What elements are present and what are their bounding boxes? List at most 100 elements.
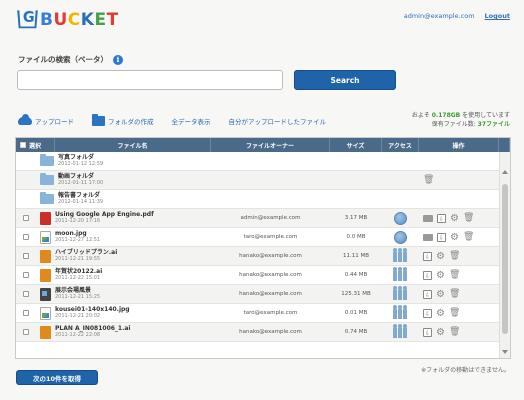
row-name-cell[interactable]: Using Google App Engine.pdf 2011-12-20 17…	[36, 211, 211, 225]
download-icon[interactable]: ⇩	[423, 251, 432, 261]
gear-icon[interactable]: ⚙	[436, 270, 445, 280]
scroll-thumb[interactable]	[502, 184, 508, 334]
file-name[interactable]: 年賀状20122.ai	[55, 268, 102, 275]
info-icon[interactable]: i	[113, 54, 123, 65]
file-name[interactable]: Using Google App Engine.pdf	[55, 211, 154, 218]
file-name[interactable]: ハイブリッドプラン.ai	[55, 249, 117, 256]
gear-icon[interactable]: ⚙	[450, 213, 459, 223]
trash-icon[interactable]: 🗑	[463, 213, 474, 223]
row-name-cell[interactable]: ハイブリッドプラン.ai 2011-12-21 19:55	[36, 249, 211, 263]
select-all-checkbox[interactable]	[20, 142, 26, 148]
trash-icon[interactable]: 🗑	[449, 251, 460, 261]
usage-line-1: およそ 0.178GB を使用しています	[411, 112, 510, 119]
file-date: 2011-12-22 22:08	[55, 332, 101, 338]
scroll-up-icon[interactable]	[502, 170, 508, 174]
file-name[interactable]: kousei01-140x140.jpg	[55, 306, 130, 313]
load-next-button[interactable]: 次の10件を取得	[16, 370, 98, 385]
row-name-cell[interactable]: 展示会場風景 2011-12-21 15:25	[36, 287, 211, 301]
table-body: 写真フォルダ 2012-01-12 12:59 動画フォルダ 2012-01-11 1…	[16, 152, 510, 342]
table-row[interactable]: Using Google App Engine.pdf 2011-12-20 17…	[16, 209, 510, 228]
row-checkbox[interactable]	[23, 310, 29, 316]
my-uploads-link[interactable]: 自分がアップロードしたファイル	[229, 116, 327, 126]
gear-icon[interactable]: ⚙	[436, 327, 445, 337]
row-name-cell[interactable]: 年賀状20122.ai 2011-12-22 15:01	[36, 268, 211, 282]
shared-users-icon[interactable]	[393, 323, 408, 338]
table-row[interactable]: ハイブリッドプラン.ai 2011-12-21 19:55 hanako@examp…	[16, 247, 510, 266]
public-globe-icon[interactable]	[394, 211, 407, 225]
row-name-cell[interactable]: 写真フォルダ 2012-01-12 12:59	[36, 154, 211, 168]
trash-icon[interactable]: 🗑	[423, 175, 434, 185]
download-icon[interactable]: ⇩	[437, 232, 446, 242]
file-name[interactable]: moon.jpg	[55, 230, 100, 237]
table-row[interactable]: 報告書フォルダ 2012-01-14 11:39	[16, 190, 510, 209]
logo-wordmark: BUCKET	[40, 10, 119, 30]
table-row[interactable]: 展示会場風景 2011-12-21 15:25 hanako@example.com…	[16, 285, 510, 304]
gear-icon[interactable]: ⚙	[436, 308, 445, 318]
row-name-cell[interactable]: 動画フォルダ 2012-01-11 17:00	[36, 173, 211, 187]
row-checkbox[interactable]	[23, 329, 29, 335]
row-access-cell	[382, 323, 419, 338]
row-name-cell[interactable]: kousei01-140x140.jpg 2011-12-21 20:02	[36, 306, 211, 320]
table-row[interactable]: 年賀状20122.ai 2011-12-22 15:01 hanako@exampl…	[16, 266, 510, 285]
row-name-cell[interactable]: moon.jpg 2011-12-27 12:51	[36, 230, 211, 244]
download-icon[interactable]: ⇩	[423, 327, 432, 337]
row-name-cell[interactable]: PLAN A_IN081006_1.ai 2011-12-22 22:08	[36, 325, 211, 339]
row-access-cell	[382, 247, 419, 262]
mail-icon[interactable]	[423, 214, 433, 222]
table-row[interactable]: PLAN A_IN081006_1.ai 2011-12-22 22:08 hana…	[16, 323, 510, 342]
scrollbar[interactable]	[499, 152, 510, 358]
trash-icon[interactable]: 🗑	[449, 327, 460, 337]
scroll-down-icon[interactable]	[502, 350, 508, 354]
shared-users-icon[interactable]	[393, 285, 408, 300]
header-size[interactable]: サイズ	[330, 138, 382, 152]
row-checkbox[interactable]	[23, 272, 29, 278]
row-select-cell	[16, 215, 36, 221]
row-checkbox[interactable]	[23, 291, 29, 297]
logout-link[interactable]: Logout	[485, 12, 510, 20]
trash-icon[interactable]: 🗑	[449, 270, 460, 280]
search-label-text: ファイルの検索（ベータ）	[18, 55, 108, 64]
folder-file-icon	[40, 192, 54, 204]
show-all-link[interactable]: 全データ表示	[172, 116, 211, 126]
file-name[interactable]: PLAN A_IN081006_1.ai	[55, 325, 130, 332]
search-input[interactable]	[17, 70, 283, 90]
trash-icon[interactable]: 🗑	[463, 232, 474, 242]
row-name-cell[interactable]: 報告書フォルダ 2012-01-14 11:39	[36, 192, 211, 206]
create-folder-action[interactable]: フォルダの作成	[92, 114, 154, 126]
shared-users-icon[interactable]	[393, 304, 408, 319]
row-ops-cell: ⇩ ⚙ 🗑	[419, 289, 499, 299]
file-name[interactable]: 報告書フォルダ	[58, 192, 103, 199]
row-checkbox[interactable]	[23, 215, 29, 221]
download-icon[interactable]: ⇩	[437, 213, 446, 223]
table-row[interactable]: moon.jpg 2011-12-27 12:51 taro@example.com…	[16, 228, 510, 247]
app-logo[interactable]: G BUCKET	[17, 9, 119, 30]
shared-users-icon[interactable]	[393, 266, 408, 281]
public-globe-icon[interactable]	[394, 230, 407, 244]
download-icon[interactable]: ⇩	[423, 289, 432, 299]
header-owner[interactable]: ファイルオーナー	[211, 138, 330, 152]
row-checkbox[interactable]	[23, 253, 29, 259]
file-name[interactable]: 動画フォルダ	[58, 173, 103, 180]
shared-users-icon[interactable]	[393, 247, 408, 262]
row-select-cell	[16, 272, 36, 278]
table-row[interactable]: kousei01-140x140.jpg 2011-12-21 20:02 taro…	[16, 304, 510, 323]
search-button[interactable]: Search	[294, 70, 396, 90]
gear-icon[interactable]: ⚙	[450, 232, 459, 242]
file-owner: taro@example.com	[243, 234, 298, 240]
trash-icon[interactable]: 🗑	[449, 289, 460, 299]
header-name[interactable]: ファイル名	[55, 138, 211, 152]
file-name[interactable]: 写真フォルダ	[58, 154, 103, 161]
usage-amount: 0.178GB	[431, 112, 461, 119]
file-name[interactable]: 展示会場風景	[55, 287, 100, 294]
table-row[interactable]: 動画フォルダ 2012-01-11 17:00 🗑	[16, 171, 510, 190]
upload-action[interactable]: アップロード	[18, 114, 74, 126]
download-icon[interactable]: ⇩	[423, 308, 432, 318]
table-row[interactable]: 写真フォルダ 2012-01-12 12:59	[16, 152, 510, 171]
file-size: 0.01 MB	[344, 310, 368, 316]
gear-icon[interactable]: ⚙	[436, 289, 445, 299]
mail-icon[interactable]	[423, 233, 433, 241]
gear-icon[interactable]: ⚙	[436, 251, 445, 261]
download-icon[interactable]: ⇩	[423, 270, 432, 280]
trash-icon[interactable]: 🗑	[449, 308, 460, 318]
row-checkbox[interactable]	[23, 234, 29, 240]
